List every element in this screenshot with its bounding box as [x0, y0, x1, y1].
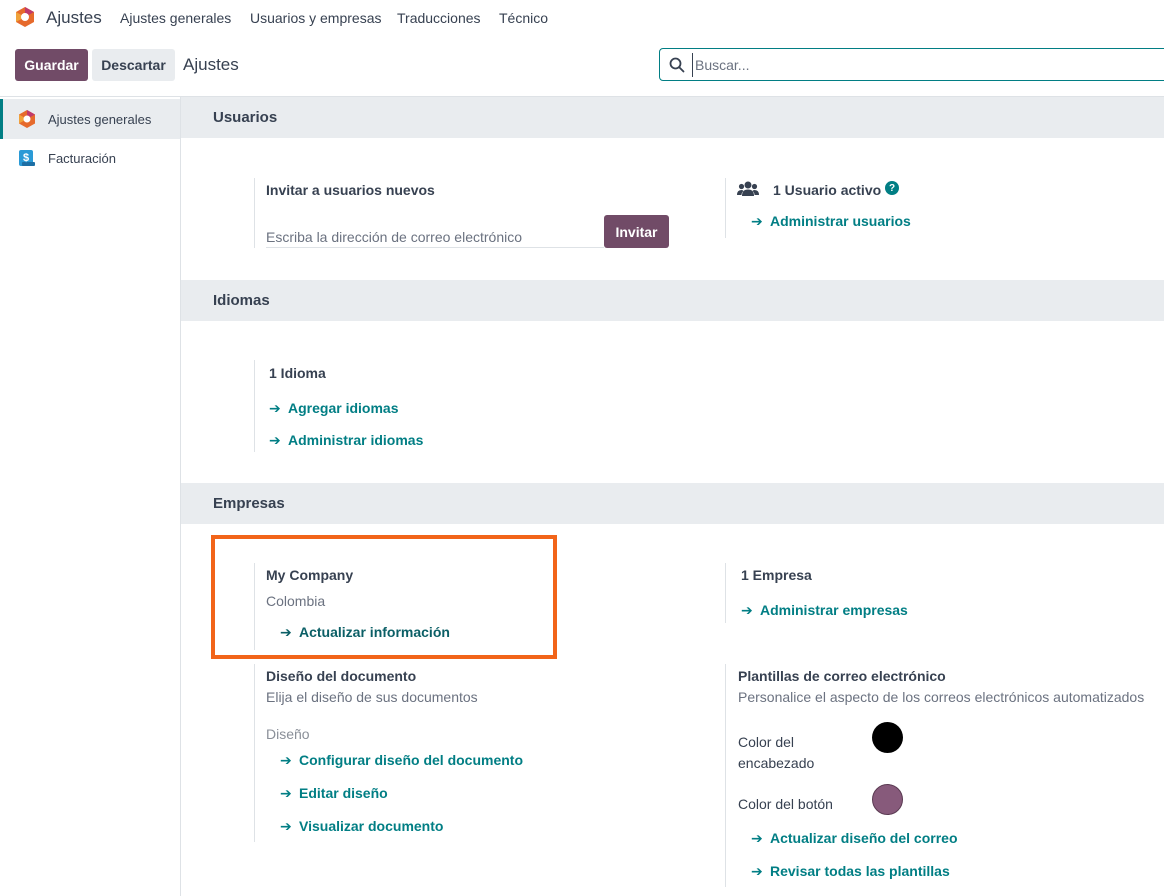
arrow-right-icon: ➔ [741, 602, 753, 618]
manage-languages-link[interactable]: ➔ Administrar idiomas [269, 432, 423, 449]
section-header-empresas: Empresas [181, 483, 1164, 524]
arrow-right-icon: ➔ [269, 400, 281, 416]
setting-divider [725, 563, 726, 623]
setting-divider [725, 178, 726, 238]
companies-count: 1 Empresa [741, 567, 812, 583]
highlight-annotation-box [211, 535, 557, 659]
manage-companies-link[interactable]: ➔ Administrar empresas [741, 602, 908, 619]
button-color-label: Color del botón [738, 796, 833, 812]
invite-title: Invitar a usuarios nuevos [266, 182, 435, 198]
email-templates-description: Personalice el aspecto de los correos el… [738, 689, 1145, 705]
document-layout-title: Diseño del documento [266, 668, 417, 684]
discard-button[interactable]: Descartar [92, 49, 175, 81]
configure-document-layout-link[interactable]: ➔ Configurar diseño del documento [280, 752, 523, 769]
settings-sidebar: Ajustes generales $ Facturación [0, 97, 181, 896]
section-title: Usuarios [213, 109, 278, 126]
section-header-idiomas: Idiomas [181, 280, 1164, 321]
setting-divider [254, 178, 255, 248]
sidebar-item-label: Ajustes generales [48, 111, 152, 127]
manage-users-link[interactable]: ➔ Administrar usuarios [751, 213, 911, 230]
document-layout-description: Elija el diseño de sus documentos [266, 689, 478, 705]
menu-usuarios-empresas[interactable]: Usuarios y empresas [250, 10, 382, 26]
arrow-right-icon: ➔ [751, 213, 763, 229]
top-navbar: Ajustes Ajustes generales Usuarios y emp… [0, 0, 1164, 36]
help-icon[interactable]: ? [885, 181, 899, 195]
invite-email-input[interactable] [266, 226, 604, 248]
edit-layout-link[interactable]: ➔ Editar diseño [280, 785, 388, 802]
arrow-right-icon: ➔ [280, 818, 292, 834]
update-email-design-link[interactable]: ➔ Actualizar diseño del correo [751, 830, 958, 847]
menu-tecnico[interactable]: Técnico [499, 10, 548, 26]
arrow-right-icon: ➔ [280, 785, 292, 801]
search-icon [669, 57, 685, 73]
setting-divider [725, 664, 726, 887]
section-title: Empresas [213, 495, 285, 512]
save-button[interactable]: Guardar [15, 49, 88, 81]
active-users-count: 1 Usuario activo [773, 182, 882, 198]
header-color-swatch[interactable] [872, 722, 903, 753]
sidebar-item-facturacion[interactable]: $ Facturación [0, 138, 180, 178]
odoo-settings-logo-icon[interactable] [14, 6, 36, 28]
languages-count: 1 Idioma [269, 365, 326, 381]
arrow-right-icon: ➔ [751, 830, 763, 846]
settings-app-icon [19, 110, 35, 128]
layout-label: Diseño [266, 726, 310, 742]
arrow-right-icon: ➔ [280, 752, 292, 768]
header-color-label: Color del [738, 734, 795, 750]
section-header-usuarios: Usuarios [181, 97, 1164, 138]
invoicing-app-icon: $ [19, 150, 35, 166]
button-color-swatch[interactable] [872, 784, 903, 815]
setting-divider [254, 664, 255, 842]
invite-button[interactable]: Invitar [604, 215, 669, 248]
section-title: Idiomas [213, 292, 270, 309]
search-box[interactable] [659, 48, 1164, 81]
menu-ajustes-generales[interactable]: Ajustes generales [120, 10, 231, 26]
breadcrumb: Ajustes [183, 55, 239, 74]
svg-text:$: $ [23, 152, 29, 164]
sidebar-item-label: Facturación [48, 150, 116, 166]
preview-document-link[interactable]: ➔ Visualizar documento [280, 818, 443, 835]
users-icon [737, 181, 759, 196]
email-templates-title: Plantillas de correo electrónico [738, 668, 946, 684]
sidebar-item-ajustes-generales[interactable]: Ajustes generales [0, 99, 180, 139]
arrow-right-icon: ➔ [751, 863, 763, 879]
header-color-label-line2: encabezado [738, 755, 815, 771]
search-input[interactable] [692, 53, 1152, 77]
menu-traducciones[interactable]: Traducciones [397, 10, 481, 26]
app-title[interactable]: Ajustes [46, 8, 102, 28]
add-languages-link[interactable]: ➔ Agregar idiomas [269, 400, 398, 417]
arrow-right-icon: ➔ [269, 432, 281, 448]
setting-divider [254, 360, 255, 452]
review-templates-link[interactable]: ➔ Revisar todas las plantillas [751, 863, 950, 880]
